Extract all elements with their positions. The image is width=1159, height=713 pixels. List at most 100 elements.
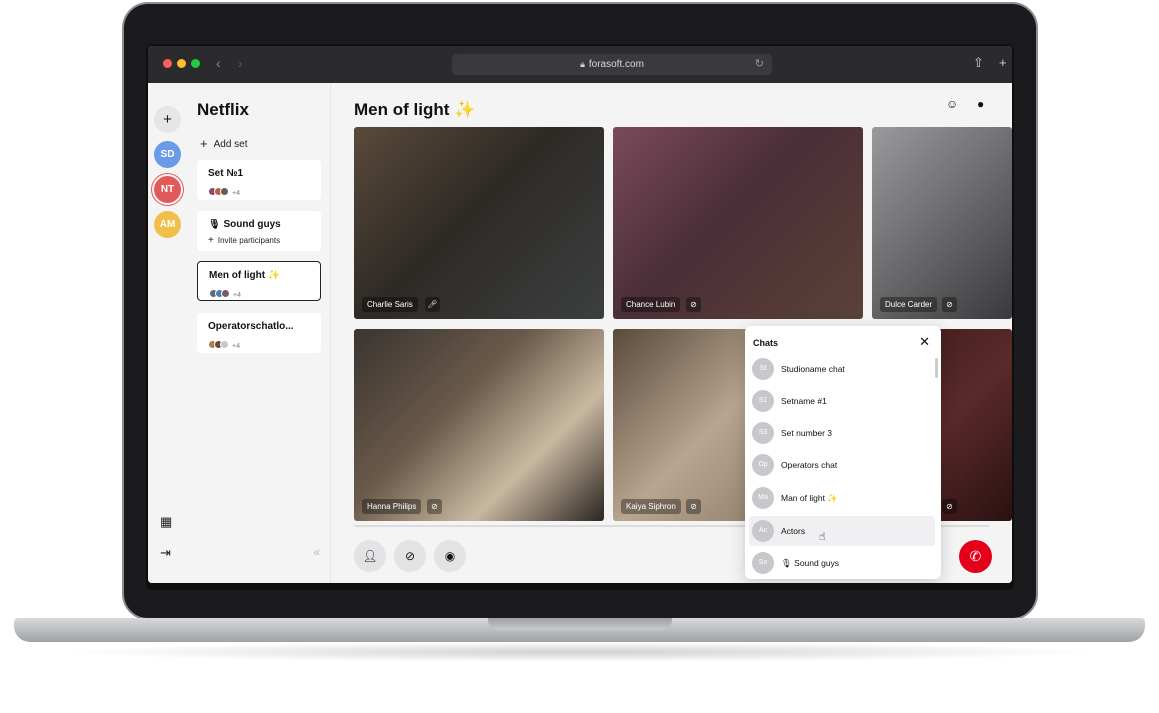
chat-avatar: Op xyxy=(752,454,774,476)
set-name: Set №1 xyxy=(208,168,244,179)
laptop-mockup: ‹ › 🔒︎ forasoft.com ↻ ⇧ + + SD NT AM ▦ ⇥ … xyxy=(0,0,1159,713)
call-title: Men of light ✨ xyxy=(354,100,476,119)
app-root: + SD NT AM ▦ ⇥ Netflix + Add set Set №1 +… xyxy=(148,83,1012,583)
reload-icon[interactable]: ↻ xyxy=(755,54,764,75)
address-bar[interactable]: 🔒︎ forasoft.com ↻ xyxy=(452,54,772,75)
call-area: Men of light ✨ ☺ ● Charlie Saris 🎤︎ Chan… xyxy=(332,83,1012,583)
avatar xyxy=(220,187,229,196)
film-icon[interactable]: ▦ xyxy=(160,514,172,530)
minimize-window-button[interactable] xyxy=(177,59,186,68)
mic-icon[interactable]: 🎤︎ xyxy=(425,297,440,312)
chat-avatar: St xyxy=(752,358,774,380)
record-button[interactable]: ◉ xyxy=(434,540,466,572)
chat-item[interactable]: Ac Actors xyxy=(749,516,935,546)
video-tile[interactable]: Charlie Saris 🎤︎ xyxy=(354,127,604,319)
camera-off-icon: ⊘ xyxy=(404,549,416,563)
workspace-sd-avatar[interactable]: SD xyxy=(154,141,181,168)
chat-bubble-icon[interactable]: ● xyxy=(977,97,984,111)
url-text: forasoft.com xyxy=(588,59,644,70)
chat-name: Studioname chat xyxy=(781,364,845,374)
new-tab-icon[interactable]: + xyxy=(999,55,1007,70)
chats-title: Chats xyxy=(753,338,779,348)
add-set-button[interactable]: + Add set xyxy=(200,136,248,151)
participants-button[interactable]: 👤︎ xyxy=(354,540,386,572)
set-card-operators[interactable]: Operatorschatlo... +4 xyxy=(197,313,321,353)
plus-icon: + xyxy=(208,235,214,246)
participant-avatars: +4 xyxy=(208,336,240,350)
more-count: +4 xyxy=(232,190,240,197)
plus-icon: + xyxy=(200,136,208,151)
laptop-notch xyxy=(488,618,672,630)
collapse-sidebar-icon[interactable]: « xyxy=(313,545,320,559)
more-count: +4 xyxy=(233,292,241,299)
set-card-men-of-light[interactable]: Men of light ✨ +4 xyxy=(197,261,321,301)
chat-avatar: Ma xyxy=(752,487,774,509)
browser-toolbar: ‹ › 🔒︎ forasoft.com ↻ ⇧ + xyxy=(148,46,1012,83)
workspace-title: Netflix xyxy=(197,100,249,119)
chat-item[interactable]: St Studioname chat xyxy=(749,354,935,384)
chat-name: Actors xyxy=(781,526,806,536)
maximize-window-button[interactable] xyxy=(191,59,200,68)
participant-avatars: +4 xyxy=(209,285,241,299)
phone-icon: ✆ xyxy=(969,548,982,564)
chat-item[interactable]: S1 Setname #1 xyxy=(749,386,935,416)
workspace-rail: + SD NT AM ▦ ⇥ xyxy=(148,83,188,583)
chat-item[interactable]: So 🎙 Sound guys xyxy=(749,548,935,578)
avatar xyxy=(221,289,230,298)
close-window-button[interactable] xyxy=(163,59,172,68)
sets-sidebar: Netflix + Add set Set №1 +4 🎙 Sound guys … xyxy=(188,83,331,583)
mic-muted-icon[interactable]: ⊘ xyxy=(427,499,442,514)
hand-cursor-icon: ☝︎ xyxy=(819,531,826,543)
chat-avatar: Ac xyxy=(752,520,774,542)
lock-icon: 🔒︎ xyxy=(580,59,585,69)
participant-avatars: +4 xyxy=(208,183,240,197)
set-card-set-1[interactable]: Set №1 +4 xyxy=(197,160,321,200)
more-count: +4 xyxy=(232,343,240,350)
participant-name: Hanna Philips xyxy=(362,499,422,514)
mic-muted-icon[interactable]: ⊘ xyxy=(686,499,701,514)
laptop-shadow xyxy=(60,642,1100,662)
chat-name: Operators chat xyxy=(781,460,838,470)
avatar xyxy=(220,340,229,349)
participant-name: Chance Lubin xyxy=(621,297,681,312)
forward-arrow-icon[interactable]: › xyxy=(238,55,243,71)
set-name: Operatorschatlo... xyxy=(208,321,294,332)
camera-toggle-button[interactable]: ⊘ xyxy=(394,540,426,572)
back-arrow-icon[interactable]: ‹ xyxy=(216,55,221,71)
chat-avatar: S3 xyxy=(752,422,774,444)
participant-name: Charlie Saris xyxy=(362,297,418,312)
logout-icon[interactable]: ⇥ xyxy=(160,545,171,561)
robot-icon[interactable]: ☺ xyxy=(946,97,958,111)
video-tile[interactable]: Hanna Philips ⊘ xyxy=(354,329,604,521)
user-icon: 👤︎ xyxy=(362,549,378,563)
workspace-am-avatar[interactable]: AM xyxy=(154,211,181,238)
video-tile[interactable]: Dulce Carder ⊘ xyxy=(872,127,1012,319)
share-icon[interactable]: ⇧ xyxy=(973,55,984,71)
chat-avatar: So xyxy=(752,552,774,574)
video-tile[interactable]: Chance Lubin ⊘ xyxy=(613,127,863,319)
chat-name: Man of light ✨ xyxy=(781,493,838,503)
chats-popup: Chats ✕ St Studioname chat S1 Setname #1… xyxy=(745,326,941,579)
mic-muted-icon[interactable]: ⊘ xyxy=(686,297,701,312)
chat-name: 🎙 Sound guys xyxy=(781,558,840,568)
chat-item[interactable]: S3 Set number 3 xyxy=(749,418,935,448)
set-card-sound-guys[interactable]: 🎙 Sound guys + Invite participants xyxy=(197,211,321,251)
participant-name: Kaiya Siphron xyxy=(621,499,681,514)
chat-item[interactable]: Op Operators chat xyxy=(749,450,935,480)
hang-up-button[interactable]: ✆ xyxy=(959,540,992,573)
chat-name: Setname #1 xyxy=(781,396,827,406)
participant-name: Dulce Carder xyxy=(880,297,938,312)
mic-muted-icon[interactable]: ⊘ xyxy=(942,297,957,312)
add-workspace-button[interactable]: + xyxy=(154,106,181,133)
invite-participants-button[interactable]: + Invite participants xyxy=(208,235,280,246)
set-name: 🎙 Sound guys xyxy=(208,219,281,230)
chat-item[interactable]: Ma Man of light ✨ xyxy=(749,483,935,513)
set-name: Men of light ✨ xyxy=(209,270,281,281)
workspace-nt-avatar[interactable]: NT xyxy=(154,176,181,203)
close-icon[interactable]: ✕ xyxy=(919,334,930,350)
record-icon: ◉ xyxy=(444,549,456,563)
mic-muted-icon[interactable]: ⊘ xyxy=(942,499,957,514)
chat-name: Set number 3 xyxy=(781,428,833,438)
browser-window: ‹ › 🔒︎ forasoft.com ↻ ⇧ + + SD NT AM ▦ ⇥ … xyxy=(148,46,1012,583)
chats-scrollbar[interactable] xyxy=(935,358,938,378)
